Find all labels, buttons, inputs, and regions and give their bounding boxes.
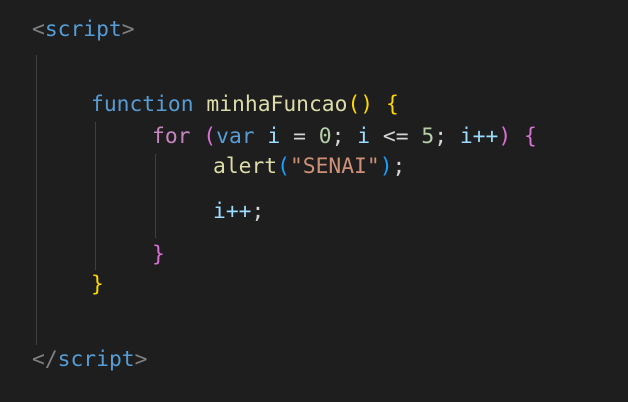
code-line-increment[interactable]: i++; [213, 197, 264, 227]
indent-guide-function [95, 122, 96, 270]
for-open-brace: { [523, 124, 537, 149]
for-open-paren: ( [203, 124, 217, 149]
code-line-for[interactable]: for (var i = 0; i <= 5; i++) { [152, 122, 537, 152]
code-editor[interactable]: <script> function minhaFuncao() { for (v… [0, 0, 628, 402]
code-line-close-for[interactable]: } [152, 240, 165, 270]
function-close-brace: } [91, 272, 104, 297]
alert-open-paren: ( [277, 154, 290, 179]
for-close-brace: } [152, 242, 165, 267]
tag-bracket: </ [32, 347, 58, 372]
indent-guide-outer [36, 55, 37, 345]
for-keyword: for [152, 124, 191, 149]
function-parens: () [347, 92, 374, 117]
code-line-alert[interactable]: alert("SENAI"); [213, 152, 405, 182]
code-line-close-function[interactable]: } [91, 270, 104, 300]
var-keyword: var [216, 124, 255, 149]
semicolon: ; [331, 124, 345, 149]
code-line-function[interactable]: function minhaFuncao() { [91, 90, 399, 120]
semicolon: ; [434, 124, 448, 149]
condition-variable: i [357, 124, 371, 149]
indent-guide-for [155, 154, 156, 238]
code-line-script-open[interactable]: <script> [32, 15, 135, 45]
function-name: minhaFuncao [206, 92, 348, 117]
tag-bracket: < [32, 17, 45, 42]
init-value: 0 [318, 124, 332, 149]
alert-close-paren: ) [379, 154, 393, 179]
condition-operator: <= [382, 124, 409, 149]
increment-statement: i++ [213, 199, 252, 224]
tag-bracket: > [121, 17, 135, 42]
tag-bracket: > [134, 347, 148, 372]
condition-value: 5 [421, 124, 435, 149]
alert-string: "SENAI" [289, 154, 380, 179]
tag-name: script [44, 17, 122, 42]
assign-operator: = [293, 124, 306, 149]
semicolon: ; [392, 154, 406, 179]
semicolon: ; [251, 199, 265, 224]
tag-name: script [57, 347, 135, 372]
for-close-paren: ) [498, 124, 512, 149]
alert-function: alert [213, 154, 278, 179]
loop-variable: i [267, 124, 281, 149]
function-keyword: function [91, 92, 194, 117]
function-open-brace: { [385, 92, 399, 117]
increment-expression: i++ [459, 124, 499, 149]
code-line-script-close[interactable]: </script> [32, 345, 147, 375]
